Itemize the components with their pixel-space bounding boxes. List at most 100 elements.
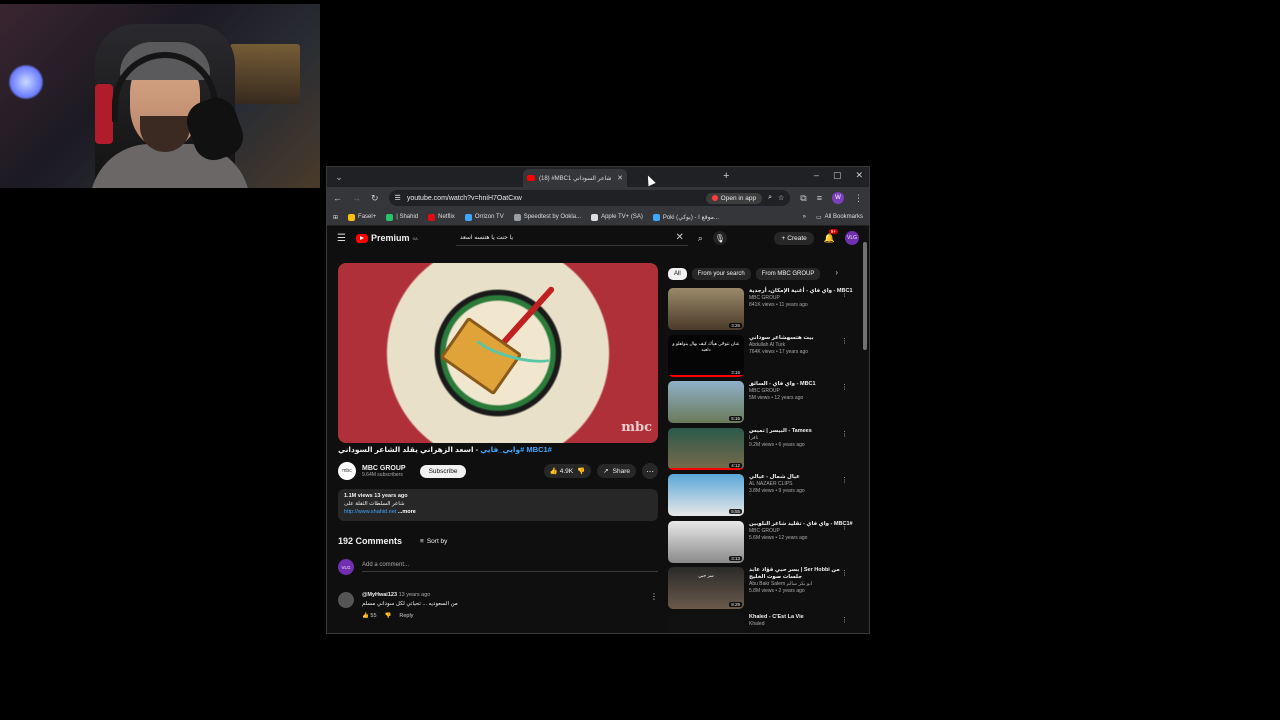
address-bar[interactable]: ☰ youtube.com/watch?v=hniH7OatCxw Open i… [388,190,791,206]
browser-menu-icon[interactable]: ⋮ [854,193,863,204]
notifications-bell-icon[interactable]: 🔔 9+ [824,228,838,244]
youtube-premium-logo[interactable]: Premium SA [355,233,418,243]
youtube-header: ☰ Premium SA يا حنت يا هتنسه اسعد ✕ ⌕ 🎙 … [327,226,869,250]
sort-by-label: Sort by [426,537,448,545]
bookmark-favicon-icon [652,213,660,221]
recommendation-thumbnail[interactable]: 5:16 [668,381,744,423]
subscriber-count: 9.64M subscribers [362,471,403,478]
media-icon[interactable]: ≡ [817,193,822,203]
recommendation-more-icon[interactable]: ⋮ [841,337,848,345]
recommendation-title: بيت هتسهشاعر سوداني [749,334,814,341]
bookmark-item[interactable]: | Shahid [386,213,418,221]
forward-icon[interactable]: → [352,193,361,203]
channel-name[interactable]: MBC GROUP [362,465,406,472]
recommendation-thumbnail[interactable]: 5:55 [668,474,744,516]
extensions-icon[interactable]: ⧉ [800,193,806,204]
open-in-app-button[interactable]: Open in app [705,192,763,204]
close-window-icon[interactable]: ✕ [855,170,863,181]
account-avatar[interactable]: VLG [845,231,859,245]
recommendation-item[interactable]: 3:26 واي فاي - أغنية الإمكان، أرجدية - MB… [668,288,854,335]
recommendation-more-icon[interactable]: ⋮ [841,616,848,624]
recommendation-item[interactable]: عنان تتوحّى هيأك كيف بهال يتواهلو و دلعب… [668,334,854,382]
minimize-icon[interactable]: – [814,170,819,181]
zoom-icon[interactable]: ⌕ [768,194,772,202]
recommendation-item[interactable]: سر حبي 8:29 بسر حبي فؤاد عابد | Ser Hobbi … [668,567,854,614]
comment-author[interactable]: @MyHwai123 [362,592,397,598]
bookmark-item[interactable]: Netflix [428,213,455,221]
sort-by-button[interactable]: ≡ Sort by [420,538,447,545]
site-info-icon[interactable]: ☰ [395,194,401,202]
more-actions-icon[interactable]: ⋯ [642,463,658,479]
dislike-icon[interactable]: 👎 [577,467,585,475]
all-bookmarks-button[interactable]: ▭ All Bookmarks [816,214,863,221]
channel-watermark: mbc [621,420,652,435]
bookmarks-overflow-icon[interactable]: » [803,214,806,220]
recommendation-thumbnail[interactable]: 3:26 [668,288,744,330]
bookmark-favicon-icon [464,213,472,221]
recommendation-item[interactable]: 3:13 واي فاي - تقليد شاعر النلوبين - MBC1… [668,520,854,568]
recommendation-item[interactable]: 4:12 البيسر | تميس - Tamees تاقرا 9.2M view… [668,427,854,475]
recommendation-more-icon[interactable]: ⋮ [841,523,848,531]
tab-close-icon[interactable]: ✕ [617,174,623,182]
recommendation-more-icon[interactable]: ⋮ [841,476,848,484]
youtube-app-icon [711,195,718,201]
voice-search-icon[interactable]: 🎙 [712,231,727,245]
comment-more-icon[interactable]: ⋮ [650,592,658,619]
video-hashtags[interactable]: #MBC1 #وايي_فايي [480,445,552,454]
chip-all[interactable]: All [668,268,687,280]
like-button[interactable]: 👍 4.9K [550,467,573,475]
bookmark-item[interactable]: Speedtest by Ookla... [513,213,581,221]
recommendation-item[interactable]: 5:55 عيال شمال - عيالي AL NAZAER CLIPS 3.8M… [668,474,854,521]
clear-search-icon[interactable]: ✕ [675,232,683,243]
recommendation-item[interactable]: 5:16 واي فاي - السائق - MBC1 MBC GROUP 5M v… [668,381,854,428]
subscribe-button[interactable]: Subscribe [419,464,467,478]
create-button[interactable]: + Create [774,231,814,245]
bookmark-item[interactable]: Fasel+ [348,213,376,221]
comment-dislike-icon[interactable]: 👎 [385,613,392,619]
video-player[interactable]: mbc [338,263,658,443]
active-tab[interactable]: (18) #MBC1 شاعر السوداني ✕ [523,169,627,187]
recommendation-more-icon[interactable]: ⋮ [841,430,848,438]
description-box[interactable]: 1.1M views 13 years ago شاعر السلطات الث… [338,489,658,521]
new-tab-icon[interactable]: + [723,170,729,182]
recommendation-item[interactable]: Khaled - C'Est La Vie Khaled ⋮ [668,613,854,633]
show-more-button[interactable]: ...more [398,509,416,515]
recommendation-thumbnail[interactable]: عنان تتوحّى هيأك كيف بهال يتواهلو و دلعب… [668,334,744,377]
reload-icon[interactable]: ↻ [371,193,379,204]
comment-item: @MyHwai123 13 years ago من السعوديه ... … [338,592,658,619]
recommendation-more-icon[interactable]: ⋮ [841,569,848,577]
chip-from-your-search[interactable]: From your search [691,268,751,280]
bookmark-star-icon[interactable]: ☆ [778,194,784,202]
description-link[interactable]: http://www.shahid.net [344,509,396,515]
channel-avatar[interactable]: mbc [338,462,356,480]
bookmark-item[interactable]: Orrizon TV [464,213,504,221]
chip-from-channel[interactable]: From MBC GROUP [755,268,821,280]
search-icon[interactable]: ⌕ [698,233,703,244]
apps-grid-icon[interactable]: ⊞ [333,214,338,221]
create-label: Create [787,234,807,242]
share-button[interactable]: ↗ Share [597,464,636,478]
recommendation-title: Khaled - C'Est La Vie [749,613,804,620]
add-comment-input[interactable]: Add a comment... [362,562,658,572]
tab-search-icon[interactable]: ⌄ [332,170,346,184]
back-icon[interactable]: ← [333,193,342,203]
recommendation-more-icon[interactable]: ⋮ [841,383,848,391]
recommendation-thumbnail[interactable]: 4:12 [668,427,744,470]
chips-next-icon[interactable]: › [835,268,838,280]
bookmark-label: Apple TV+ (SA) [601,214,643,220]
recommendation-more-icon[interactable]: ⋮ [841,290,848,298]
comment-like-button[interactable]: 👍 55 [362,613,377,619]
bookmark-item[interactable]: Apple TV+ (SA) [591,213,643,221]
commenter-avatar[interactable] [338,592,354,608]
search-input[interactable]: يا حنت يا هتنسه اسعد ✕ [455,230,688,246]
bookmark-item[interactable]: Poki (بوكي) - موقع ا... [652,213,719,221]
recommendation-thumbnail[interactable]: سر حبي 8:29 [668,567,744,609]
recommendation-thumbnail[interactable] [668,613,744,633]
profile-avatar[interactable]: W [832,192,844,204]
recommendation-thumbnail[interactable]: 3:13 [668,520,744,563]
scrollbar-thumb[interactable] [863,242,867,350]
hamburger-menu-icon[interactable]: ☰ [337,233,346,244]
maximize-icon[interactable]: ▢ [833,170,842,181]
youtube-favicon-icon [527,175,535,181]
reply-button[interactable]: Reply [399,613,413,619]
